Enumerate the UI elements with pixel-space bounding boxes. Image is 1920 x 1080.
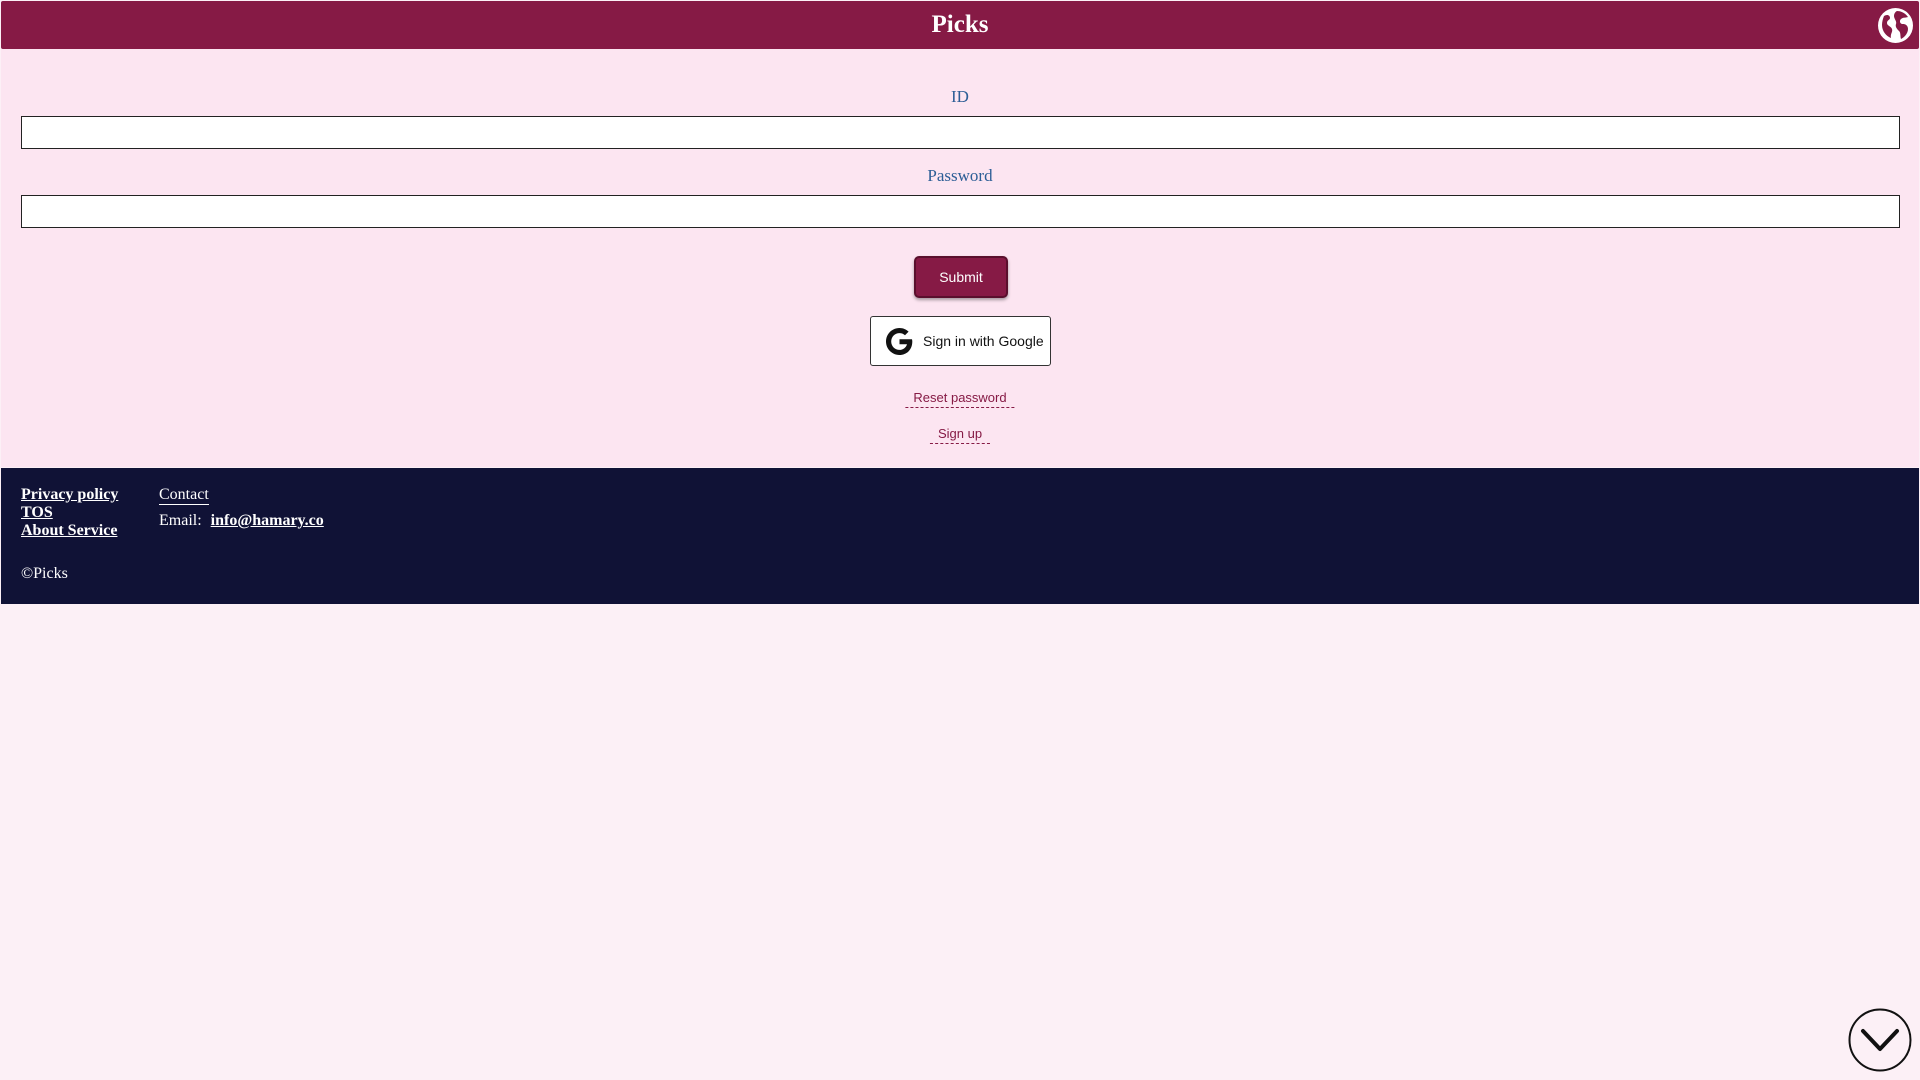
- footer-contact: Contact Email: info@hamary.co: [159, 486, 324, 530]
- password-input[interactable]: [21, 195, 1900, 228]
- header-bar: Picks: [1, 1, 1919, 49]
- google-sign-in-button[interactable]: Sign in with Google: [870, 316, 1051, 366]
- privacy-policy-link[interactable]: Privacy policy: [21, 486, 118, 504]
- google-sign-in-label: Sign in with Google: [923, 333, 1044, 349]
- email-link[interactable]: info@hamary.co: [211, 512, 324, 529]
- login-panel: ID Password Submit Sign in with Google R…: [1, 49, 1919, 467]
- submit-button[interactable]: Submit: [914, 256, 1008, 298]
- language-button[interactable]: [1877, 7, 1914, 44]
- reset-password-link[interactable]: Reset password: [905, 390, 1015, 408]
- id-input[interactable]: [21, 116, 1900, 149]
- footer: Privacy policy TOS About Service Contact…: [1, 468, 1919, 604]
- contact-heading: Contact: [159, 486, 209, 505]
- tos-link[interactable]: TOS: [21, 504, 118, 522]
- scroll-down-button[interactable]: [1848, 1008, 1912, 1072]
- copyright: ©Picks: [21, 565, 68, 582]
- password-label: Password: [927, 166, 993, 185]
- chevron-down-icon: [1848, 1008, 1912, 1072]
- google-g-icon: [886, 328, 913, 355]
- sign-up-link[interactable]: Sign up: [929, 426, 991, 444]
- id-label: ID: [951, 87, 969, 106]
- footer-links: Privacy policy TOS About Service: [21, 486, 118, 540]
- email-label: Email:: [159, 512, 202, 529]
- globe-icon: [1878, 8, 1913, 43]
- about-service-link[interactable]: About Service: [21, 522, 118, 540]
- contact-email-row: Email: info@hamary.co: [159, 512, 324, 530]
- app-title: Picks: [931, 11, 989, 38]
